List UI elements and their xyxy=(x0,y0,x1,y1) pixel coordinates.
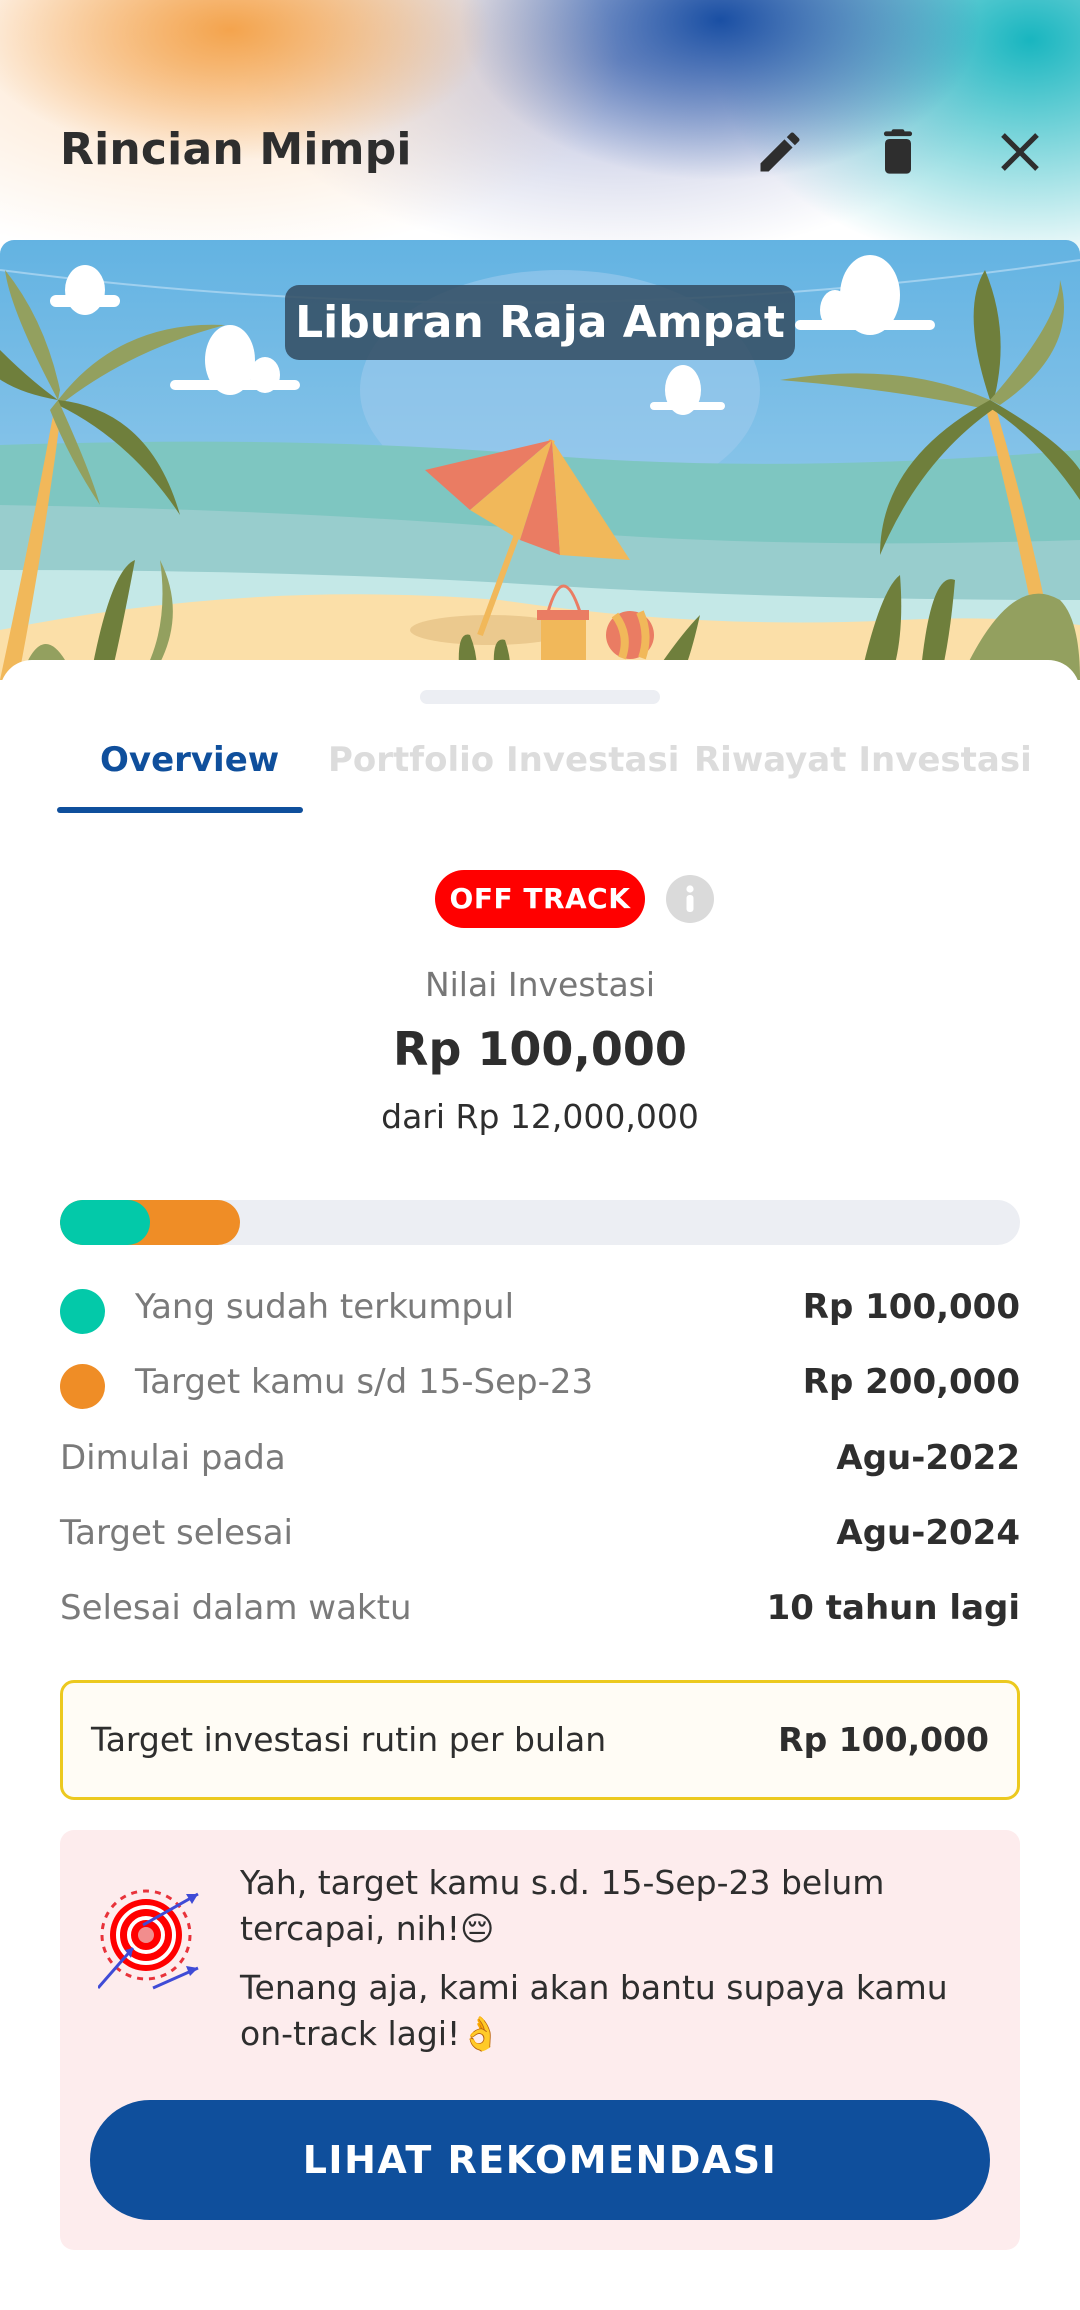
tab-riwayat-investasi[interactable]: Riwayat Investasi xyxy=(694,740,1032,780)
close-icon xyxy=(1001,133,1039,171)
delete-button[interactable] xyxy=(868,122,928,182)
target-dot-icon xyxy=(60,1364,105,1409)
tab-bar: Overview Portfolio Investasi Riwayat Inv… xyxy=(0,740,1080,815)
page-title: Rincian Mimpi xyxy=(60,124,412,175)
detail-value: Agu-2022 xyxy=(836,1438,1020,1478)
detail-value: 10 tahun lagi xyxy=(766,1588,1020,1628)
off-track-alert: Yah, target kamu s.d. 15-Sep-23 belum te… xyxy=(60,1830,1020,2250)
progress-collected-segment xyxy=(60,1200,150,1245)
detail-label: Selesai dalam waktu xyxy=(60,1588,412,1628)
info-button[interactable] xyxy=(666,875,714,923)
detail-row-target-end: Target selesai Agu-2024 xyxy=(60,1513,1020,1563)
investment-goal-total: dari Rp 12,000,000 xyxy=(381,1097,699,1136)
collected-dot-icon xyxy=(60,1289,105,1334)
detail-row-duration: Selesai dalam waktu 10 tahun lagi xyxy=(60,1588,1020,1638)
drag-handle[interactable] xyxy=(420,690,660,704)
legend-row-target: Target kamu s/d 15-Sep-23 Rp 200,000 xyxy=(60,1362,1020,1412)
detail-value: Agu-2024 xyxy=(836,1513,1020,1553)
progress-bar xyxy=(60,1200,1020,1245)
legend-row-collected: Yang sudah terkumpul Rp 100,000 xyxy=(60,1287,1020,1337)
legend-value: Rp 200,000 xyxy=(802,1362,1020,1402)
investment-value-label: Nilai Investasi xyxy=(424,965,656,1004)
tab-overview[interactable]: Overview xyxy=(100,740,279,780)
status-row: OFF TRACK xyxy=(0,870,1080,930)
lihat-rekomendasi-button[interactable]: LIHAT REKOMENDASI xyxy=(90,2100,990,2220)
trash-icon xyxy=(883,129,913,174)
investment-value: Rp 100,000 xyxy=(393,1022,687,1076)
close-button[interactable] xyxy=(990,122,1050,182)
alert-message-secondary: Tenang aja, kami akan bantu supaya kamu … xyxy=(240,1968,948,2053)
goal-title: Liburan Raja Ampat xyxy=(285,285,795,360)
status-badge: OFF TRACK xyxy=(435,870,645,928)
tab-portfolio-investasi[interactable]: Portfolio Investasi xyxy=(328,740,679,780)
alert-message-primary: Yah, target kamu s.d. 15-Sep-23 belum te… xyxy=(240,1863,885,1948)
detail-row-start: Dimulai pada Agu-2022 xyxy=(60,1438,1020,1488)
legend-value: Rp 100,000 xyxy=(802,1287,1020,1327)
edit-icon xyxy=(760,132,800,172)
edit-button[interactable] xyxy=(750,122,810,182)
monthly-target-value: Rp 100,000 xyxy=(778,1720,989,1759)
legend-label: Target kamu s/d 15-Sep-23 xyxy=(135,1362,594,1402)
active-tab-indicator xyxy=(57,807,303,813)
monthly-target-box: Target investasi rutin per bulan Rp 100,… xyxy=(60,1680,1020,1800)
monthly-target-label: Target investasi rutin per bulan xyxy=(91,1720,607,1759)
detail-label: Target selesai xyxy=(60,1513,293,1553)
detail-sheet: Overview Portfolio Investasi Riwayat Inv… xyxy=(0,660,1080,2310)
legend-label: Yang sudah terkumpul xyxy=(135,1287,515,1327)
detail-label: Dimulai pada xyxy=(60,1438,286,1478)
target-icon xyxy=(98,1889,199,1990)
header: Rincian Mimpi xyxy=(0,0,1080,250)
info-icon xyxy=(686,885,694,912)
banner-image: Liburan Raja Ampat xyxy=(0,240,1080,680)
